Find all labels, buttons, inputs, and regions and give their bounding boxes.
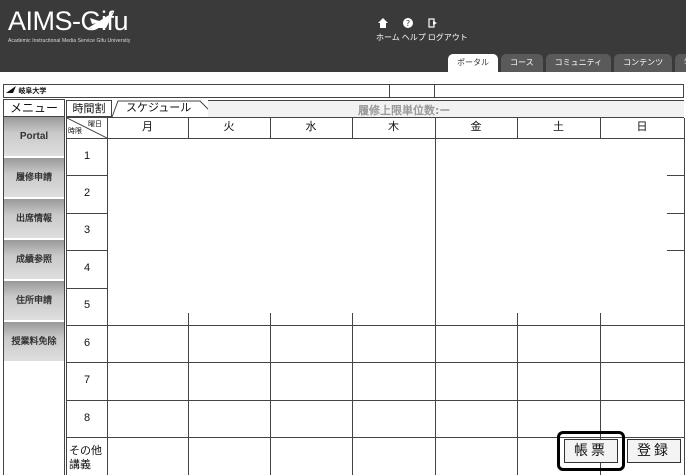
grid-line	[67, 138, 107, 139]
corner-day-label: 曜日	[88, 120, 102, 128]
main-tabs: ポータル コース コミュニティ コンテンツ 学務	[448, 54, 686, 72]
sidebar-item-attendance[interactable]: 出席情報	[4, 199, 64, 239]
period-number: 2	[83, 187, 91, 199]
tab-course[interactable]: コース	[501, 54, 543, 72]
grid-line	[67, 175, 107, 176]
bar-divider	[389, 85, 390, 97]
tab-contents[interactable]: コンテンツ	[614, 54, 673, 72]
period-number: 8	[83, 412, 91, 424]
corner-period-label: 時限	[68, 127, 82, 135]
day-header-sat: 土	[553, 120, 564, 133]
period-number: 5	[83, 299, 91, 311]
other-lectures-label: その他 講義	[69, 444, 102, 472]
sidebar: Portal 履修申請 出席情報 成績参照 住所申請 授業料免除	[3, 117, 65, 475]
grid-line	[517, 313, 518, 475]
timetable-grid: 曜日 時限 月 火 水 木 金 土 日 1 2 3 4 5 6 7 8 その他 …	[66, 117, 685, 475]
other-label-line2: 講義	[69, 458, 91, 471]
sidebar-item-tuition-exemption[interactable]: 授業料免除	[4, 322, 64, 362]
tab-community[interactable]: コミュニティ	[545, 54, 612, 72]
tab-academic-affairs[interactable]: 学務	[675, 54, 686, 72]
logo-mark-icon	[88, 12, 114, 28]
logout-icon	[428, 18, 437, 28]
university-name: 岐阜大学	[18, 86, 47, 95]
university-logo: 岐阜大学	[6, 86, 46, 96]
grid-line	[188, 313, 189, 475]
grid-line	[67, 250, 107, 251]
grid-line	[67, 362, 685, 363]
day-header-fri: 金	[470, 120, 482, 133]
header-nav-labels: ホーム ヘルプ ログアウト	[376, 32, 470, 43]
logo-subtitle: Academic Instructional Media Service Gif…	[8, 38, 131, 44]
svg-text:?: ?	[406, 19, 410, 28]
menu-header: メニュー	[3, 99, 65, 117]
day-header-sun: 日	[636, 120, 648, 133]
grid-line	[107, 138, 685, 139]
sidebar-item-course-registration[interactable]: 履修申請	[4, 158, 64, 198]
home-icon	[378, 18, 388, 28]
credit-limit-label: 履修上限単位数:ー	[358, 104, 451, 117]
help-icon: ?	[403, 18, 413, 28]
ledger-button[interactable]: 帳票	[564, 439, 618, 463]
period-number: 7	[83, 374, 91, 386]
day-header-wed: 水	[305, 120, 317, 133]
grid-line	[684, 118, 685, 475]
app-header: AIMS-Gifu Academic Instructional Media S…	[0, 0, 686, 72]
sidebar-item-address[interactable]: 住所申請	[4, 281, 64, 321]
grid-line	[352, 313, 353, 475]
period-number: 3	[83, 224, 91, 236]
grid-line	[435, 138, 436, 475]
grid-line	[667, 250, 685, 251]
sidebar-item-grades[interactable]: 成績参照	[4, 240, 64, 280]
period-number: 4	[83, 262, 91, 274]
home-link[interactable]	[378, 18, 388, 28]
sidebar-item-portal[interactable]: Portal	[4, 117, 64, 157]
grid-line	[67, 213, 107, 214]
home-label[interactable]: ホーム	[376, 33, 400, 42]
grid-line	[667, 175, 685, 176]
period-number: 6	[83, 337, 91, 349]
grid-line	[270, 313, 271, 475]
grid-line	[107, 118, 108, 475]
logout-label[interactable]: ログアウト	[428, 33, 468, 42]
day-header-tue: 火	[223, 120, 235, 133]
help-link[interactable]: ?	[403, 18, 413, 28]
period-number: 1	[83, 150, 91, 162]
bar-divider	[434, 85, 435, 97]
tab-portal[interactable]: ポータル	[448, 54, 498, 72]
help-label[interactable]: ヘルプ	[402, 33, 426, 42]
register-button[interactable]: 登録	[627, 439, 681, 463]
grid-line	[67, 288, 107, 289]
day-header-thu: 木	[388, 120, 399, 133]
university-bar: 岐阜大学	[3, 84, 684, 98]
tab-schedule[interactable]: スケジュール	[112, 100, 212, 117]
grid-line	[67, 400, 685, 401]
day-header-mon: 月	[142, 120, 153, 133]
tab-timetable[interactable]: 時間割	[66, 100, 112, 117]
grid-line	[67, 325, 685, 326]
grid-line	[667, 213, 685, 214]
logout-link[interactable]	[428, 18, 438, 28]
other-label-line1: その他	[69, 444, 102, 457]
university-mark-icon	[6, 86, 16, 93]
